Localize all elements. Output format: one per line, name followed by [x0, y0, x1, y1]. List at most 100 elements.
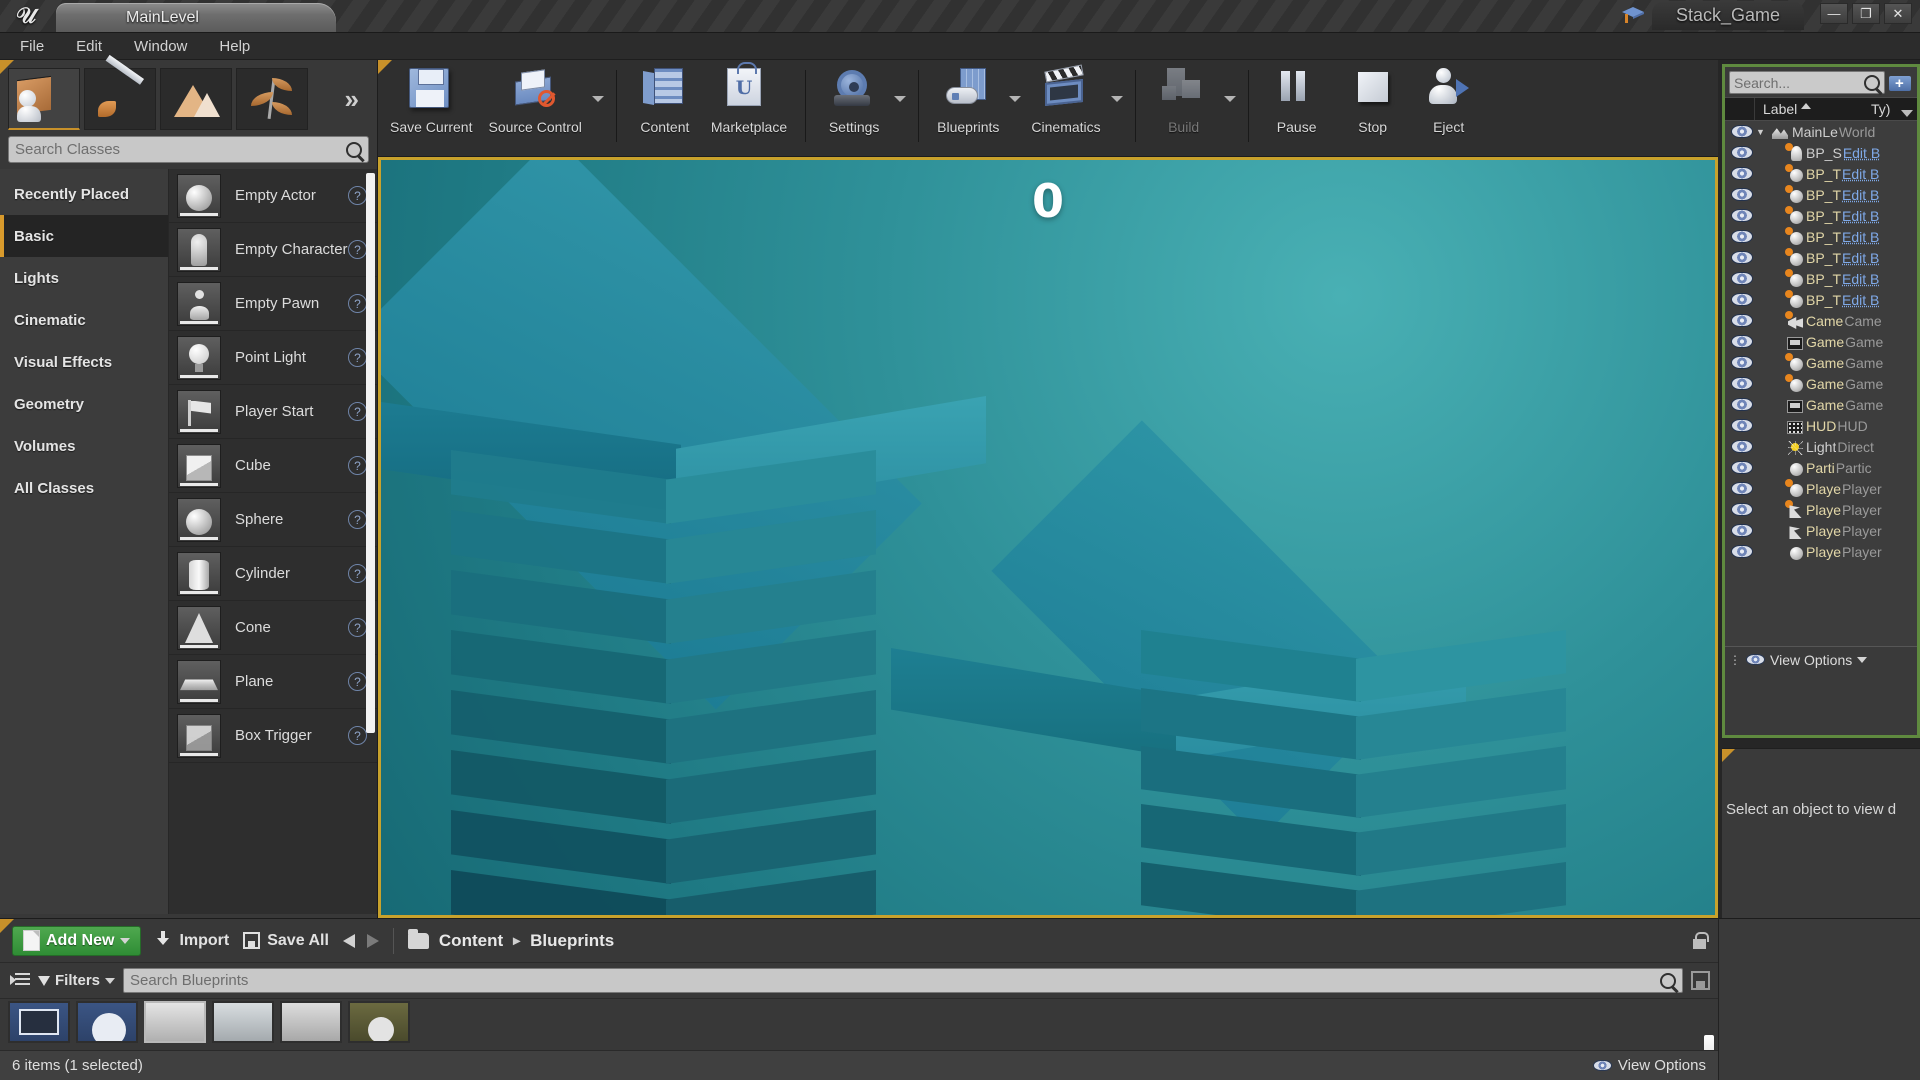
category-basic[interactable]: Basic — [0, 215, 168, 257]
menu-window[interactable]: Window — [120, 35, 201, 58]
settings-dropdown[interactable] — [892, 60, 908, 148]
breadcrumb-content[interactable]: Content — [439, 931, 503, 951]
visibility-eye-icon[interactable] — [1731, 482, 1753, 495]
search-classes-input[interactable]: Search Classes — [8, 136, 369, 163]
help-icon[interactable]: ? — [348, 186, 367, 205]
visibility-eye-icon[interactable] — [1731, 377, 1753, 390]
menu-edit[interactable]: Edit — [62, 35, 116, 58]
level-tab[interactable]: MainLevel — [56, 3, 336, 32]
table-row[interactable]: BP_T Edit B — [1725, 205, 1917, 226]
outliner-view-options-label[interactable]: View Options — [1770, 652, 1852, 668]
list-item[interactable]: Empty Actor ? — [169, 169, 377, 223]
asset-tile[interactable] — [144, 1001, 206, 1043]
category-lights[interactable]: Lights — [0, 257, 168, 299]
breadcrumb-blueprints[interactable]: Blueprints — [530, 931, 614, 951]
cinematics-dropdown[interactable] — [1109, 60, 1125, 148]
source-control-button[interactable]: Source Control — [480, 60, 589, 148]
marketplace-button[interactable]: Marketplace — [703, 60, 795, 148]
expand-arrow-icon[interactable]: ▼ — [1756, 127, 1772, 137]
minimize-button[interactable]: — — [1820, 3, 1848, 24]
table-row[interactable]: Playe Player — [1725, 499, 1917, 520]
content-button[interactable]: Content — [627, 60, 703, 148]
help-icon[interactable]: ? — [348, 348, 367, 367]
chevron-down-icon[interactable] — [1857, 657, 1867, 663]
type-column-header[interactable]: Ty) — [1867, 101, 1917, 117]
row-type[interactable]: Edit B — [1842, 166, 1879, 182]
asset-tile[interactable] — [8, 1001, 70, 1043]
outliner-search-input[interactable]: Search... — [1729, 71, 1885, 94]
more-modes-button[interactable]: » — [345, 84, 359, 115]
table-row[interactable]: Playe Player — [1725, 520, 1917, 541]
paint-mode-tab[interactable] — [84, 68, 156, 130]
list-item[interactable]: Plane ? — [169, 655, 377, 709]
import-button[interactable]: Import — [155, 931, 229, 950]
back-arrow-icon[interactable] — [343, 934, 355, 948]
visibility-eye-icon[interactable] — [1731, 125, 1753, 138]
visibility-eye-icon[interactable] — [1731, 335, 1753, 348]
list-item[interactable]: Player Start ? — [169, 385, 377, 439]
level-viewport[interactable]: 0 — [378, 157, 1718, 918]
category-visual-effects[interactable]: Visual Effects — [0, 341, 168, 383]
visibility-eye-icon[interactable] — [1731, 398, 1753, 411]
pause-button[interactable]: Pause — [1259, 60, 1335, 148]
row-type[interactable]: Edit B — [1842, 292, 1879, 308]
row-type[interactable]: Edit B — [1842, 271, 1879, 287]
category-volumes[interactable]: Volumes — [0, 425, 168, 467]
build-button[interactable]: Build — [1146, 60, 1222, 148]
table-row[interactable]: Game Game — [1725, 331, 1917, 352]
close-button[interactable]: ✕ — [1884, 3, 1912, 24]
help-icon[interactable]: ? — [348, 294, 367, 313]
add-folder-icon[interactable]: + — [1889, 72, 1913, 94]
visibility-eye-icon[interactable] — [1731, 251, 1753, 264]
table-row[interactable]: BP_T Edit B — [1725, 226, 1917, 247]
category-cinematic[interactable]: Cinematic — [0, 299, 168, 341]
table-row[interactable]: HUD HUD — [1725, 415, 1917, 436]
list-item[interactable]: Empty Pawn ? — [169, 277, 377, 331]
table-row[interactable]: Playe Player — [1725, 478, 1917, 499]
visibility-eye-icon[interactable] — [1731, 314, 1753, 327]
visibility-eye-icon[interactable] — [1731, 503, 1753, 516]
table-row[interactable]: BP_T Edit B — [1725, 163, 1917, 184]
save-all-button[interactable]: Save All — [243, 932, 329, 950]
eject-button[interactable]: Eject — [1411, 60, 1487, 148]
visibility-eye-icon[interactable] — [1731, 524, 1753, 537]
blueprints-button[interactable]: Blueprints — [929, 60, 1007, 148]
add-new-button[interactable]: Add New — [12, 926, 141, 956]
project-tab[interactable]: Stack_Game — [1652, 1, 1804, 30]
build-dropdown[interactable] — [1222, 60, 1238, 148]
visibility-eye-icon[interactable] — [1731, 545, 1753, 558]
lock-icon[interactable] — [1693, 932, 1708, 949]
visibility-eye-icon[interactable] — [1731, 209, 1753, 222]
landscape-mode-tab[interactable] — [160, 68, 232, 130]
table-row[interactable]: Game Game — [1725, 394, 1917, 415]
resize-grip-icon[interactable]: ⋮ — [1729, 653, 1741, 667]
foliage-mode-tab[interactable] — [236, 68, 308, 130]
table-row[interactable]: Came Came — [1725, 310, 1917, 331]
asset-tile[interactable] — [76, 1001, 138, 1043]
cinematics-button[interactable]: Cinematics — [1023, 60, 1108, 148]
unreal-logo-icon[interactable]: 𝒰 — [0, 0, 52, 32]
filters-button[interactable]: Filters — [38, 972, 115, 989]
list-item[interactable]: Cube ? — [169, 439, 377, 493]
table-row[interactable]: Playe Player — [1725, 541, 1917, 562]
save-search-icon[interactable] — [1691, 971, 1710, 990]
help-icon[interactable]: ? — [348, 510, 367, 529]
list-item[interactable]: Box Trigger ? — [169, 709, 377, 763]
asset-tile[interactable] — [212, 1001, 274, 1043]
source-control-dropdown[interactable] — [590, 60, 606, 148]
save-current-button[interactable]: Save Current — [382, 60, 480, 148]
table-row[interactable]: Parti Partic — [1725, 457, 1917, 478]
row-type[interactable]: Edit B — [1842, 187, 1879, 203]
help-icon[interactable]: ? — [348, 240, 367, 259]
menu-file[interactable]: File — [6, 35, 58, 58]
table-row[interactable]: BP_T Edit B — [1725, 184, 1917, 205]
table-row[interactable]: BP_S Edit B — [1725, 142, 1917, 163]
table-row[interactable]: Light Direct — [1725, 436, 1917, 457]
asset-tile[interactable] — [348, 1001, 410, 1043]
blueprints-dropdown[interactable] — [1007, 60, 1023, 148]
category-geometry[interactable]: Geometry — [0, 383, 168, 425]
stop-button[interactable]: Stop — [1335, 60, 1411, 148]
row-type[interactable]: Edit B — [1843, 145, 1880, 161]
help-icon[interactable]: ? — [348, 456, 367, 475]
forward-arrow-icon[interactable] — [367, 934, 379, 948]
